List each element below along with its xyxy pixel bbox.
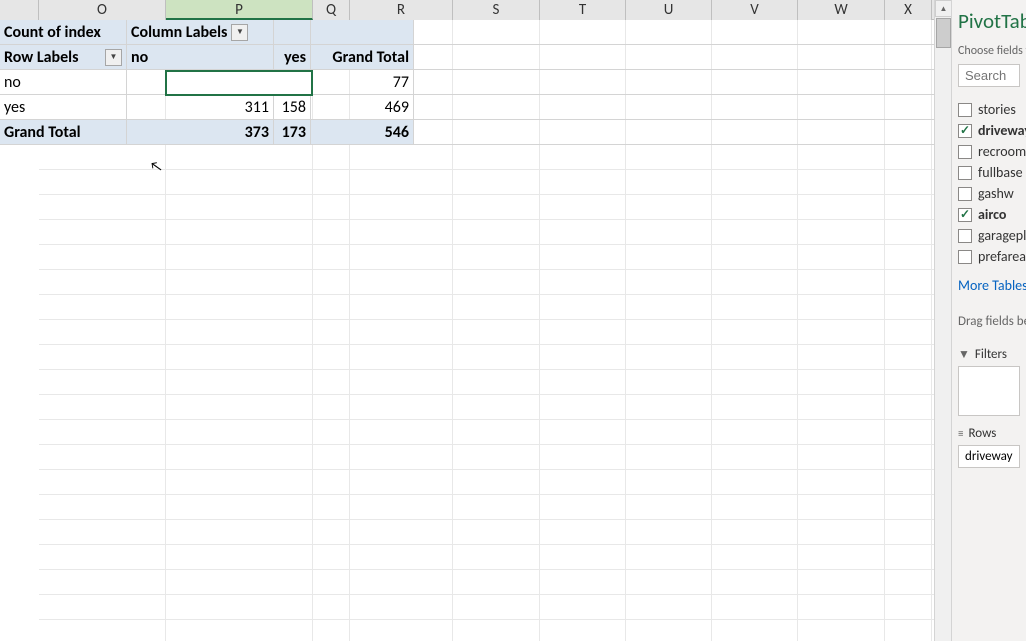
filters-area: ▼ Filters xyxy=(958,347,1020,416)
cell-r1 xyxy=(311,20,414,44)
field-label: driveway xyxy=(978,122,1026,139)
column-labels-text: Column Labels xyxy=(131,23,227,42)
checkbox-prefarea[interactable] xyxy=(958,250,972,264)
gt-gt: 546 xyxy=(311,120,414,144)
col-header-X[interactable]: X xyxy=(885,0,932,20)
filter-icon: ▼ xyxy=(958,347,970,362)
checkbox-recroom[interactable] xyxy=(958,145,972,159)
cell-yes-no[interactable]: 311 xyxy=(127,95,274,119)
checkbox-driveway[interactable] xyxy=(958,124,972,138)
rows-chip-driveway[interactable]: driveway xyxy=(958,445,1020,468)
col-header-V[interactable]: V xyxy=(712,0,798,20)
cell-yes-gt[interactable]: 469 xyxy=(311,95,414,119)
rows-area: ≡ Rows driveway xyxy=(958,426,1020,468)
pivot-fields-pane: PivotTable Fields Choose fields to add t… xyxy=(951,0,1026,641)
cell-yes-yes[interactable]: 158 xyxy=(274,95,311,119)
rows-label: Rows xyxy=(968,426,996,441)
row-no-label[interactable]: no xyxy=(0,70,127,94)
field-label: garagepl xyxy=(978,227,1026,244)
row-labels-dropdown[interactable]: ▼ xyxy=(105,49,122,66)
cell-no-yes[interactable]: 15 xyxy=(274,70,311,94)
field-list: stories drivewayrecroom fullbase gashw airco… xyxy=(958,99,1020,267)
field-stories[interactable]: stories xyxy=(958,99,1020,120)
col-header-no: no xyxy=(127,45,274,69)
pivot-measure-label: Count of index xyxy=(0,20,127,44)
vertical-scrollbar[interactable]: ▲ xyxy=(934,0,951,641)
field-garagepl[interactable]: garagepl xyxy=(958,225,1020,246)
col-header-P[interactable]: P xyxy=(166,0,313,20)
row-yes-label[interactable]: yes xyxy=(0,95,127,119)
pivot-row-labels[interactable]: Row Labels ▼ xyxy=(0,45,127,69)
pane-title: PivotTable Fields xyxy=(958,8,1020,34)
field-prefarea[interactable]: prefarea xyxy=(958,246,1020,267)
filters-label: Filters xyxy=(975,347,1007,362)
col-header-Q[interactable]: Q xyxy=(313,0,350,20)
cell-no-no[interactable]: 62 xyxy=(127,70,274,94)
cell-q1 xyxy=(274,20,311,44)
choose-fields-label: Choose fields to add to report: xyxy=(958,44,1020,58)
checkbox-stories[interactable] xyxy=(958,103,972,117)
field-fullbase[interactable]: fullbase xyxy=(958,162,1020,183)
gt-no: 373 xyxy=(127,120,274,144)
col-header-S[interactable]: S xyxy=(453,0,540,20)
select-all-corner[interactable] xyxy=(0,0,39,20)
col-header-O[interactable]: O xyxy=(39,0,166,20)
drag-fields-label: Drag fields between areas below: xyxy=(958,314,1020,329)
scroll-thumb[interactable] xyxy=(936,18,951,48)
field-recroom[interactable]: recroom xyxy=(958,141,1020,162)
pivot-column-labels[interactable]: Column Labels ▼ xyxy=(127,20,274,44)
field-gashw[interactable]: gashw xyxy=(958,183,1020,204)
grand-total-label: Grand Total xyxy=(0,120,127,144)
scroll-up-button[interactable]: ▲ xyxy=(935,0,952,17)
field-label: prefarea xyxy=(978,248,1026,265)
field-label: gashw xyxy=(978,185,1014,202)
col-header-U[interactable]: U xyxy=(626,0,712,20)
field-label: airco xyxy=(978,206,1006,223)
column-labels-dropdown[interactable]: ▼ xyxy=(231,24,248,41)
col-header-T[interactable]: T xyxy=(540,0,626,20)
col-header-grand-total: Grand Total xyxy=(311,45,414,69)
col-header-R[interactable]: R xyxy=(350,0,453,20)
col-header-W[interactable]: W xyxy=(798,0,885,20)
column-headers: OPQRSTUVWX xyxy=(0,0,934,20)
field-airco[interactable]: airco xyxy=(958,204,1020,225)
field-label: recroom xyxy=(978,143,1026,160)
checkbox-garagepl[interactable] xyxy=(958,229,972,243)
checkbox-gashw[interactable] xyxy=(958,187,972,201)
field-driveway[interactable]: driveway xyxy=(958,120,1020,141)
field-label: fullbase xyxy=(978,164,1023,181)
checkbox-fullbase[interactable] xyxy=(958,166,972,180)
field-label: stories xyxy=(978,101,1016,118)
more-tables-link[interactable]: More Tables... xyxy=(958,277,1020,294)
filters-dropzone[interactable] xyxy=(958,366,1020,416)
row-labels-text: Row Labels xyxy=(4,48,78,67)
cell-no-gt[interactable]: 77 xyxy=(311,70,414,94)
col-header-yes: yes xyxy=(274,45,311,69)
checkbox-airco[interactable] xyxy=(958,208,972,222)
search-input[interactable] xyxy=(958,64,1020,87)
rows-icon: ≡ xyxy=(958,427,963,440)
gt-yes: 173 xyxy=(274,120,311,144)
